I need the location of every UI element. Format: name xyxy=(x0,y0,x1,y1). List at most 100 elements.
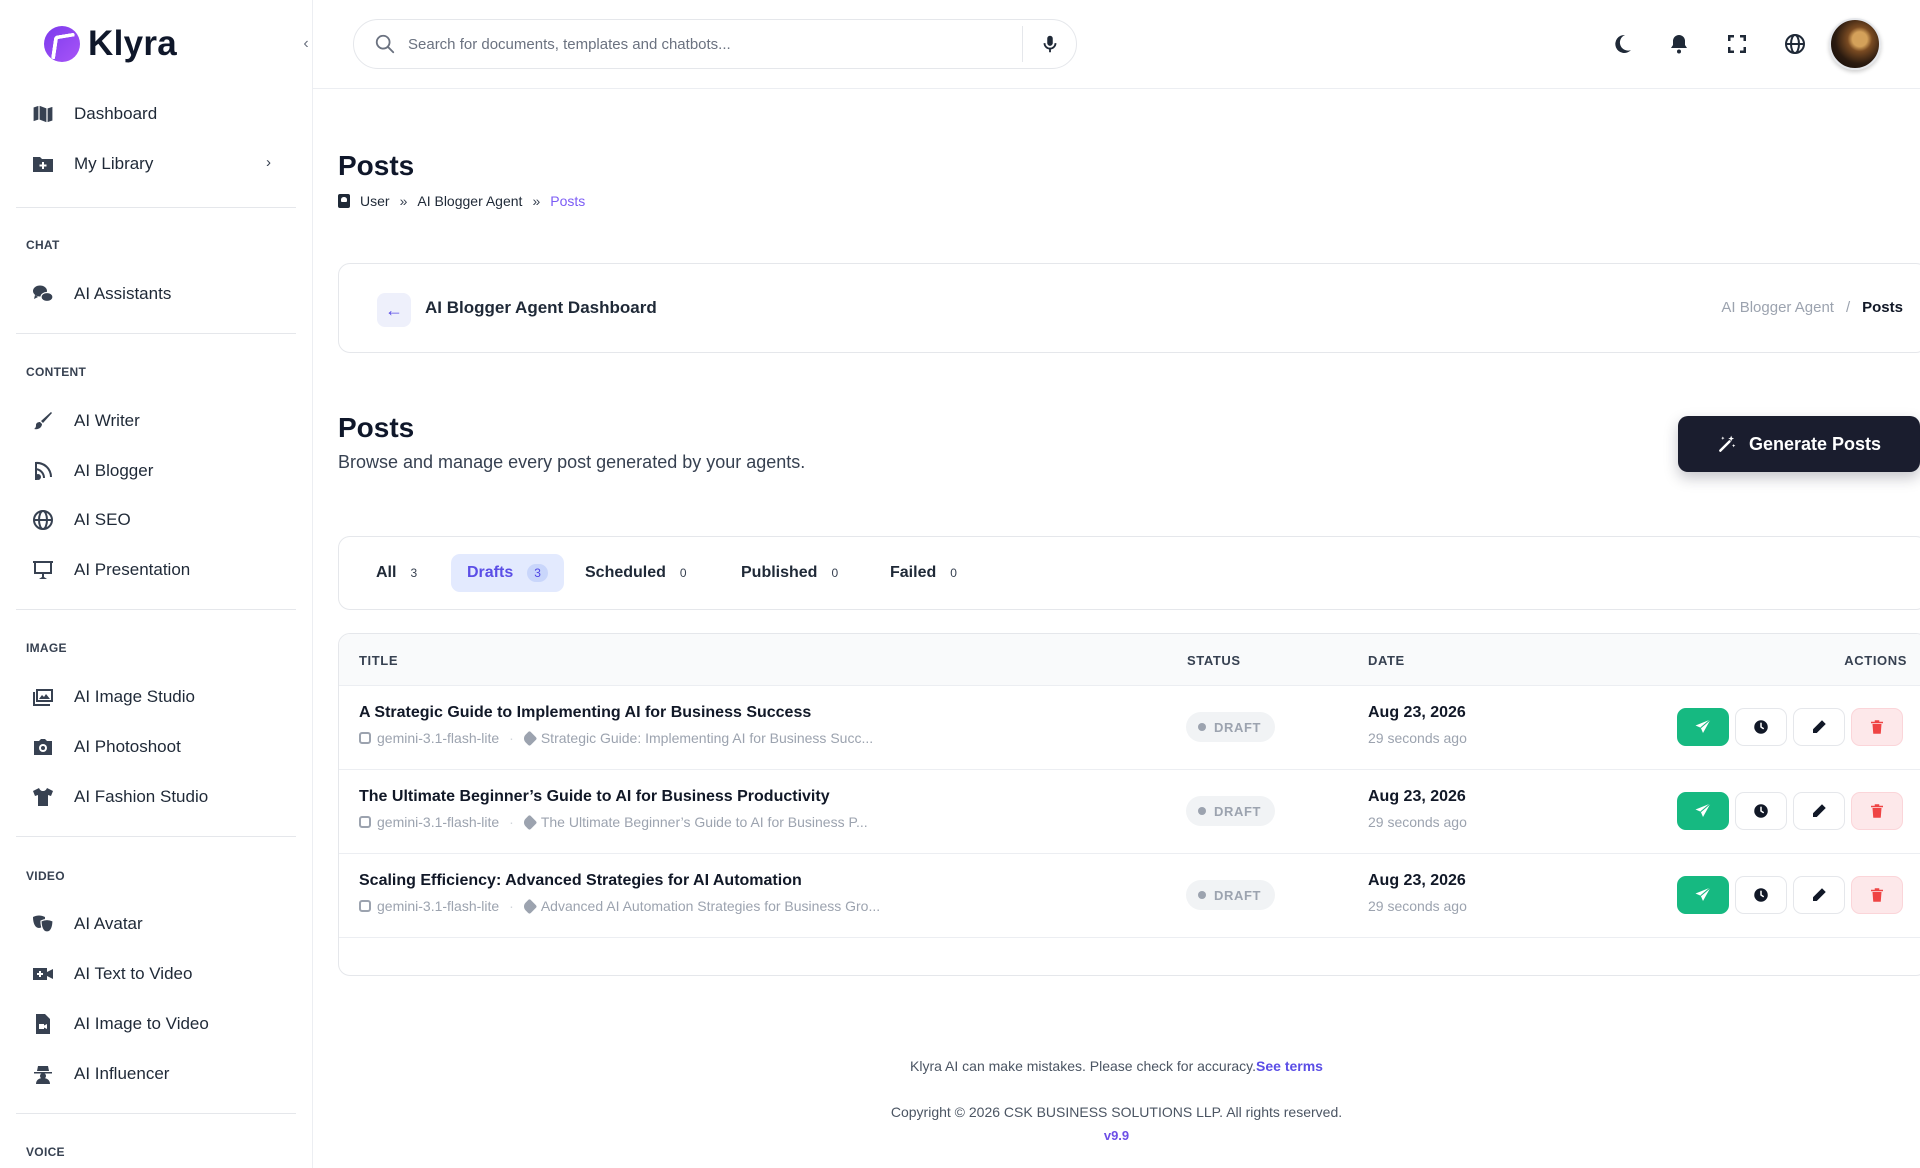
fullscreen-button[interactable] xyxy=(1725,32,1749,56)
sidebar-divider xyxy=(16,609,296,610)
expand-icon xyxy=(1728,35,1746,53)
post-title[interactable]: Scaling Efficiency: Advanced Strategies … xyxy=(359,872,802,890)
publish-button[interactable] xyxy=(1677,708,1729,746)
voice-search-button[interactable] xyxy=(1022,26,1076,62)
camera-icon xyxy=(30,734,56,760)
sidebar-item-ai-image-to-video[interactable]: AI Image to Video xyxy=(30,1004,285,1044)
search-bar[interactable] xyxy=(353,19,1077,69)
schedule-button[interactable] xyxy=(1735,708,1787,746)
post-title[interactable]: The Ultimate Beginner’s Guide to AI for … xyxy=(359,788,830,806)
sidebar-divider xyxy=(16,333,296,334)
tab-count-badge: 0 xyxy=(831,566,839,580)
generate-posts-button[interactable]: Generate Posts xyxy=(1678,416,1920,472)
arrow-left-icon: ← xyxy=(385,299,403,320)
breadcrumb-agent[interactable]: AI Blogger Agent xyxy=(417,193,522,209)
meta-separator: · xyxy=(509,814,514,830)
sidebar-item-ai-fashion-studio[interactable]: AI Fashion Studio xyxy=(30,777,285,817)
sidebar: Klyra ‹ Dashboard My Library › CHAT AI Assis… xyxy=(0,0,313,1168)
notifications-button[interactable] xyxy=(1667,32,1691,56)
table-row[interactable]: A Strategic Guide to Implementing AI for… xyxy=(339,686,1920,770)
see-terms-link[interactable]: See terms xyxy=(1256,1058,1323,1074)
delete-button[interactable] xyxy=(1851,876,1903,914)
tab-all[interactable]: All 3 xyxy=(360,554,433,592)
edit-button[interactable] xyxy=(1793,876,1845,914)
schedule-button[interactable] xyxy=(1735,792,1787,830)
tab-published[interactable]: Published 0 xyxy=(725,554,854,592)
klyra-logo-icon xyxy=(44,26,80,62)
publish-button[interactable] xyxy=(1677,876,1729,914)
column-title[interactable]: TITLE xyxy=(359,653,398,668)
delete-button[interactable] xyxy=(1851,792,1903,830)
sidebar-item-ai-writer[interactable]: AI Writer xyxy=(30,401,285,441)
trash-icon xyxy=(1871,720,1883,734)
clock-icon xyxy=(1754,804,1768,818)
globe-icon xyxy=(30,507,56,533)
send-icon xyxy=(1695,887,1711,901)
post-relative-time: 29 seconds ago xyxy=(1368,898,1467,914)
status-badge: DRAFT xyxy=(1186,880,1276,910)
sidebar-item-ai-blogger[interactable]: AI Blogger xyxy=(30,451,285,491)
schedule-button[interactable] xyxy=(1735,876,1787,914)
column-status[interactable]: STATUS xyxy=(1187,653,1241,668)
dark-mode-toggle[interactable] xyxy=(1610,32,1634,56)
breadcrumb-user[interactable]: User xyxy=(360,193,390,209)
chip-icon xyxy=(359,732,371,744)
file-video-icon xyxy=(30,1011,56,1037)
publish-button[interactable] xyxy=(1677,792,1729,830)
table-row[interactable]: The Ultimate Beginner’s Guide to AI for … xyxy=(339,770,1920,854)
map-icon xyxy=(30,101,56,127)
magic-wand-icon xyxy=(1719,435,1736,452)
sidebar-item-ai-image-studio[interactable]: AI Image Studio xyxy=(30,677,285,717)
microphone-icon xyxy=(1043,35,1056,53)
edit-button[interactable] xyxy=(1793,708,1845,746)
tab-failed[interactable]: Failed 0 xyxy=(874,554,973,592)
search-icon xyxy=(375,34,395,54)
tab-scheduled[interactable]: Scheduled 0 xyxy=(569,554,703,592)
video-plus-icon xyxy=(30,961,56,987)
pencil-icon xyxy=(1813,888,1826,901)
post-title[interactable]: A Strategic Guide to Implementing AI for… xyxy=(359,704,811,722)
generate-posts-label: Generate Posts xyxy=(1748,433,1882,454)
page-title: Posts xyxy=(338,150,415,181)
sidebar-item-label: AI Writer xyxy=(74,411,140,430)
sidebar-item-label: AI SEO xyxy=(74,510,131,529)
delete-button[interactable] xyxy=(1851,708,1903,746)
logo[interactable]: Klyra xyxy=(44,24,177,64)
sidebar-item-ai-photoshoot[interactable]: AI Photoshoot xyxy=(30,727,285,767)
post-relative-time: 29 seconds ago xyxy=(1368,730,1467,746)
post-meta: gemini-3.1-flash-lite · The Ultimate Begin… xyxy=(359,814,868,830)
send-icon xyxy=(1695,803,1711,817)
masks-icon xyxy=(30,911,56,937)
sidebar-item-label: My Library xyxy=(74,154,154,173)
meta-separator: · xyxy=(509,898,514,914)
table-row[interactable]: Scaling Efficiency: Advanced Strategies … xyxy=(339,854,1920,938)
agent-breadcrumb: AI Blogger Agent / Posts xyxy=(1721,299,1903,316)
pencil-icon xyxy=(1813,720,1826,733)
language-button[interactable] xyxy=(1783,32,1807,56)
sidebar-item-ai-seo[interactable]: AI SEO xyxy=(30,500,285,540)
sidebar-item-ai-avatar[interactable]: AI Avatar xyxy=(30,904,285,944)
sidebar-section-label: CONTENT xyxy=(26,365,87,379)
collapse-sidebar-button[interactable]: ‹ xyxy=(296,34,312,54)
sidebar-divider xyxy=(16,836,296,837)
sidebar-item-my-library[interactable]: My Library › xyxy=(30,144,285,184)
column-date[interactable]: DATE xyxy=(1368,653,1405,668)
user-avatar[interactable] xyxy=(1829,18,1881,70)
sidebar-item-ai-presentation[interactable]: AI Presentation xyxy=(30,550,285,590)
sidebar-item-ai-text-to-video[interactable]: AI Text to Video xyxy=(30,954,285,994)
search-input[interactable] xyxy=(408,35,1008,53)
back-button[interactable]: ← xyxy=(377,293,411,327)
sidebar-item-ai-assistants[interactable]: AI Assistants xyxy=(30,274,285,314)
version-label: v9.9 xyxy=(1103,1128,1130,1143)
sidebar-item-dashboard[interactable]: Dashboard xyxy=(30,94,285,134)
sidebar-item-label: AI Blogger xyxy=(74,461,154,480)
moon-icon xyxy=(1615,34,1631,53)
chip-icon xyxy=(359,816,371,828)
agent-breadcrumb-parent[interactable]: AI Blogger Agent xyxy=(1721,299,1834,316)
sidebar-section-label: IMAGE xyxy=(26,641,67,655)
tab-drafts[interactable]: Drafts 3 xyxy=(451,554,564,592)
edit-button[interactable] xyxy=(1793,792,1845,830)
tab-label: All xyxy=(376,564,397,581)
tab-count-badge: 0 xyxy=(679,566,687,580)
tab-count-badge: 3 xyxy=(410,566,418,580)
